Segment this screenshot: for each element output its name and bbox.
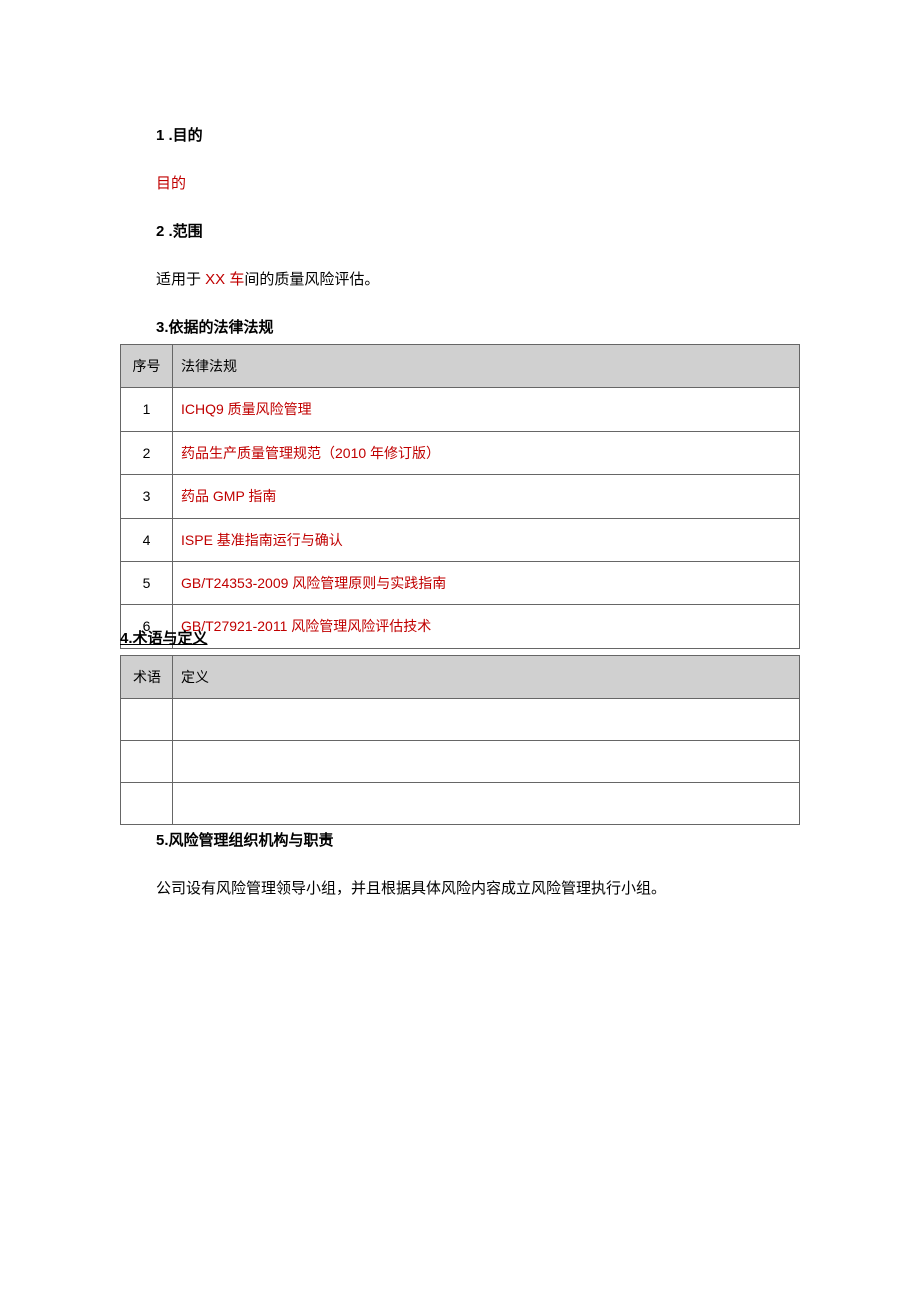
table-row [121, 783, 800, 825]
section-2-text-suffix: 间的质量风险评估。 [244, 271, 379, 288]
section-2-heading: 2 .范围 [156, 220, 800, 244]
section-5-text: 公司设有风险管理领导小组，并且根据具体风险内容成立风险管理执行小组。 [156, 877, 800, 901]
table-row [121, 741, 800, 783]
terms-def [173, 741, 800, 783]
laws-law: 药品 GMP 指南 [173, 475, 800, 518]
table-row: 4 ISPE 基准指南运行与确认 [121, 518, 800, 561]
table-row: 5 GB/T24353-2009 风险管理原则与实践指南 [121, 561, 800, 604]
laws-law: ICHQ9 质量风险管理 [173, 388, 800, 431]
section-1-heading: 1 .目的 [156, 124, 800, 148]
laws-law: 药品生产质量管理规范（2010 年修订版） [173, 431, 800, 474]
laws-table-header-law: 法律法规 [173, 345, 800, 388]
table-row: 2 药品生产质量管理规范（2010 年修订版） [121, 431, 800, 474]
laws-table-header-seq: 序号 [121, 345, 173, 388]
terms-table-header-def: 定义 [173, 655, 800, 698]
table-row: 3 药品 GMP 指南 [121, 475, 800, 518]
section-2-text-red: XX 车 [205, 271, 244, 288]
terms-term [121, 783, 173, 825]
terms-def [173, 699, 800, 741]
laws-seq: 5 [121, 561, 173, 604]
section-4-heading: 4.术语与定义 [120, 627, 800, 651]
table-row [121, 699, 800, 741]
laws-seq: 1 [121, 388, 173, 431]
section-2-text-prefix: 适用于 [156, 271, 205, 288]
terms-def [173, 783, 800, 825]
section-5-heading: 5.风险管理组织机构与职责 [156, 829, 800, 853]
section-2-text: 适用于 XX 车间的质量风险评估。 [156, 268, 800, 292]
laws-seq: 4 [121, 518, 173, 561]
terms-table: 术语 定义 [120, 655, 800, 825]
section-1-subtext: 目的 [156, 172, 800, 196]
laws-seq: 3 [121, 475, 173, 518]
laws-table: 序号 法律法规 1 ICHQ9 质量风险管理 2 药品生产质量管理规范（2010… [120, 344, 800, 649]
terms-table-header-term: 术语 [121, 655, 173, 698]
terms-term [121, 741, 173, 783]
terms-term [121, 699, 173, 741]
table-row: 1 ICHQ9 质量风险管理 [121, 388, 800, 431]
laws-law: GB/T24353-2009 风险管理原则与实践指南 [173, 561, 800, 604]
section-3-heading: 3.依据的法律法规 [156, 316, 800, 340]
laws-seq: 2 [121, 431, 173, 474]
laws-law: ISPE 基准指南运行与确认 [173, 518, 800, 561]
